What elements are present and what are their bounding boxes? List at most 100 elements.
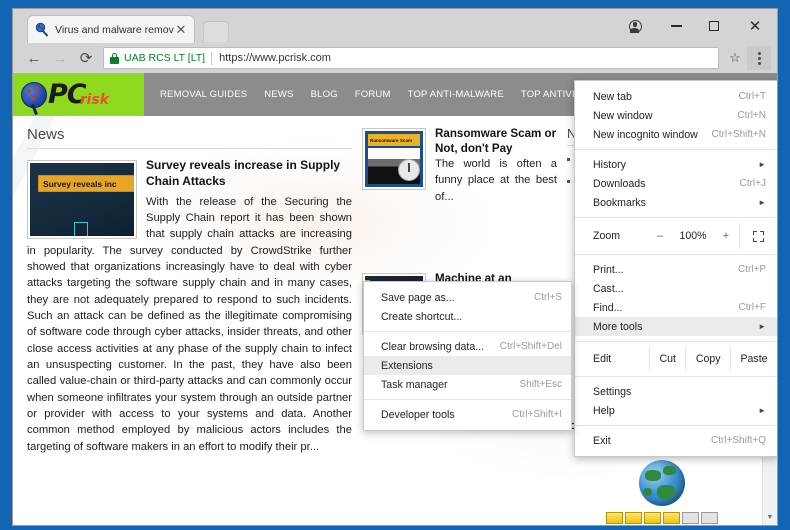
globe-icon	[639, 460, 685, 506]
menu-label: Developer tools	[381, 409, 512, 421]
menu-item-find[interactable]: Find... Ctrl+F	[575, 298, 777, 317]
bookmark-star-icon[interactable]: ☆	[723, 46, 747, 70]
menu-accelerator: Ctrl+Shift+Del	[500, 341, 562, 352]
thumbnail-caption: Survey reveals inc	[38, 175, 134, 192]
cut-button[interactable]: Cut	[649, 347, 685, 371]
news-heading: News	[27, 126, 352, 149]
nav-item-blog[interactable]: BLOG	[311, 89, 338, 100]
browser-tab[interactable]: Virus and malware remov ✕	[27, 15, 195, 43]
tab-title: Virus and malware remov	[55, 24, 174, 36]
reload-button[interactable]: ⟳	[73, 46, 99, 70]
back-button[interactable]: ←	[21, 46, 47, 70]
menu-label: Task manager	[381, 379, 519, 391]
window-controls: ✕	[613, 9, 777, 43]
logo-bug-icon	[21, 82, 47, 108]
menu-item-more-tools[interactable]: More tools ►	[575, 317, 777, 336]
menu-label: Print...	[593, 264, 738, 276]
zoom-out-button[interactable]: –	[647, 223, 673, 249]
menu-label: Find...	[593, 302, 739, 314]
chevron-right-icon: ►	[758, 406, 766, 415]
menu-label: Exit	[593, 435, 711, 447]
menu-item-settings[interactable]: Settings	[575, 382, 777, 401]
copy-button[interactable]: Copy	[685, 347, 730, 371]
site-identity-label: UAB RCS LT [LT]	[124, 52, 205, 64]
edit-label: Edit	[575, 347, 649, 371]
menu-item-bookmarks[interactable]: Bookmarks ►	[575, 193, 777, 212]
chevron-right-icon: ►	[758, 160, 766, 169]
menu-label: History	[593, 159, 752, 171]
minimize-button[interactable]	[657, 12, 695, 40]
menu-separator	[575, 149, 777, 150]
url-text: https://www.pcrisk.com	[219, 52, 331, 64]
desktop-background: Virus and malware remov ✕ ✕ ← → ⟳ UAB RC…	[0, 0, 790, 530]
article-ransomware-scam: Ransomware Scam Ransomware Scam or Not, …	[362, 126, 557, 205]
zoom-in-button[interactable]: +	[713, 223, 739, 249]
menu-label: Create shortcut...	[381, 311, 562, 323]
menu-label: Bookmarks	[593, 197, 752, 209]
menu-separator	[575, 341, 777, 342]
menu-item-new-tab[interactable]: New tab Ctrl+T	[575, 87, 777, 106]
menu-item-exit[interactable]: Exit Ctrl+Shift+Q	[575, 431, 777, 450]
menu-item-new-incognito-window[interactable]: New incognito window Ctrl+Shift+N	[575, 125, 777, 144]
address-bar[interactable]: UAB RCS LT [LT] https://www.pcrisk.com	[103, 47, 719, 69]
menu-label: New tab	[593, 91, 739, 103]
forward-button[interactable]: →	[47, 46, 73, 70]
chevron-right-icon: ►	[758, 198, 766, 207]
profile-avatar-icon[interactable]	[613, 12, 657, 40]
menu-separator	[575, 217, 777, 218]
article-thumbnail[interactable]: Survey reveals inc	[27, 160, 137, 239]
submenu-item-save-page-as[interactable]: Save page as... Ctrl+S	[364, 288, 571, 307]
submenu-item-extensions[interactable]: Extensions	[364, 356, 571, 375]
submenu-item-developer-tools[interactable]: Developer tools Ctrl+Shift+I	[364, 405, 571, 424]
close-window-button[interactable]: ✕	[733, 12, 777, 40]
menu-item-help[interactable]: Help ►	[575, 401, 777, 420]
more-tools-submenu: Save page as... Ctrl+S Create shortcut..…	[363, 281, 572, 431]
menu-label: Cast...	[593, 283, 766, 295]
menu-item-history[interactable]: History ►	[575, 155, 777, 174]
scroll-down-arrow-icon[interactable]: ▼	[763, 510, 777, 525]
menu-item-new-window[interactable]: New window Ctrl+N	[575, 106, 777, 125]
new-tab-button[interactable]	[203, 21, 230, 42]
lock-icon	[110, 53, 119, 64]
menu-label: Clear browsing data...	[381, 341, 500, 353]
menu-label: Downloads	[593, 178, 740, 190]
nav-item-top-anti-malware[interactable]: TOP ANTI-MALWARE	[408, 89, 504, 100]
nav-item-forum[interactable]: FORUM	[355, 89, 391, 100]
paste-button[interactable]: Paste	[730, 347, 777, 371]
site-logo[interactable]: PC risk	[13, 73, 144, 116]
menu-accelerator: Shift+Esc	[519, 379, 562, 390]
main-news-column: News Survey reveals inc Survey reveals i…	[27, 126, 352, 455]
tab-close-icon[interactable]: ✕	[174, 24, 188, 36]
menu-item-zoom: Zoom – 100% +	[575, 223, 777, 249]
submenu-item-task-manager[interactable]: Task manager Shift+Esc	[364, 375, 571, 394]
menu-separator	[364, 399, 571, 400]
menu-label: More tools	[593, 321, 752, 333]
menu-label: New window	[593, 110, 737, 122]
maximize-button[interactable]	[695, 12, 733, 40]
tab-strip: Virus and malware remov ✕ ✕	[13, 9, 777, 43]
browser-toolbar: ← → ⟳ UAB RCS LT [LT] https://www.pcrisk…	[13, 43, 777, 73]
menu-accelerator: Ctrl+Shift+I	[512, 409, 562, 420]
menu-accelerator: Ctrl+T	[739, 91, 767, 102]
nav-item-news[interactable]: NEWS	[264, 89, 293, 100]
logo-text-risk: risk	[80, 92, 109, 108]
omnibox-divider	[211, 52, 212, 65]
submenu-item-clear-browsing-data[interactable]: Clear browsing data... Ctrl+Shift+Del	[364, 337, 571, 356]
menu-label: Help	[593, 405, 752, 417]
menu-label: Settings	[593, 386, 766, 398]
menu-item-edit: Edit Cut Copy Paste	[575, 347, 777, 371]
menu-item-downloads[interactable]: Downloads Ctrl+J	[575, 174, 777, 193]
fullscreen-button[interactable]	[739, 223, 777, 249]
menu-item-print[interactable]: Print... Ctrl+P	[575, 260, 777, 279]
favicon-magnifier-icon	[34, 22, 50, 38]
submenu-item-create-shortcut[interactable]: Create shortcut...	[364, 307, 571, 326]
fullscreen-icon	[753, 231, 764, 242]
menu-accelerator: Ctrl+P	[738, 264, 766, 275]
zoom-value: 100%	[673, 223, 713, 249]
chrome-menu-button[interactable]	[747, 46, 771, 70]
menu-item-cast[interactable]: Cast...	[575, 279, 777, 298]
nav-item-removal-guides[interactable]: REMOVAL GUIDES	[160, 89, 247, 100]
article-thumbnail[interactable]: Ransomware Scam	[362, 128, 426, 190]
menu-accelerator: Ctrl+N	[737, 110, 766, 121]
menu-separator	[575, 254, 777, 255]
